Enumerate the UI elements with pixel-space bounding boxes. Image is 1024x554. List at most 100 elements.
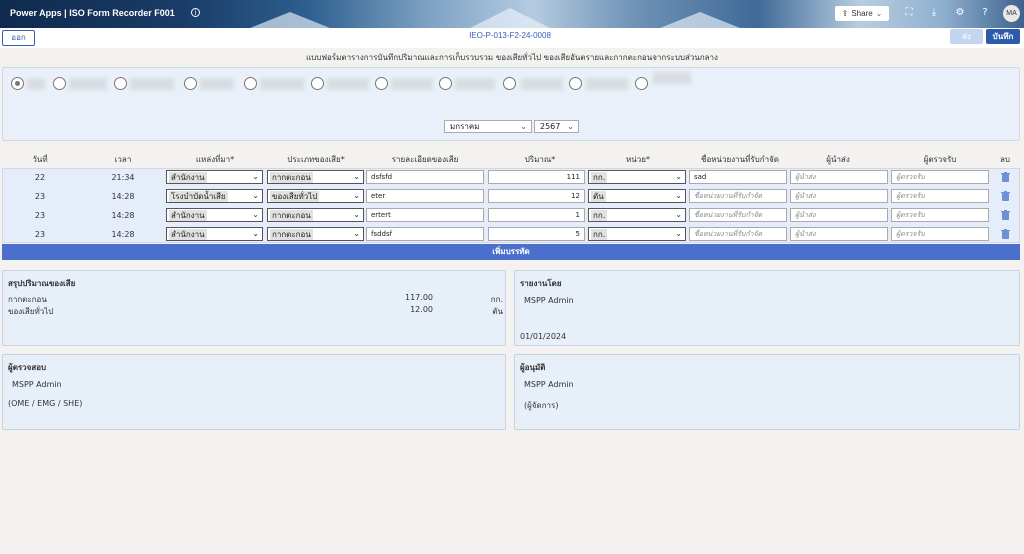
col-header-receiver: ผู้ตรวจรับ	[923, 155, 957, 164]
col-header-detail: รายละเอียดของเสีย	[391, 155, 459, 164]
col-header-unit: หน่วย*	[626, 155, 650, 164]
help-icon[interactable]: ?	[979, 7, 991, 19]
radio-label-redacted	[586, 78, 628, 90]
reporter-name: MSPP Admin	[524, 296, 574, 305]
receiver-input[interactable]: ผู้ตรวจรับ	[891, 227, 989, 241]
trash-icon[interactable]	[1001, 172, 1010, 182]
category-radio[interactable]	[635, 77, 648, 90]
chevron-down-icon: ⌄	[875, 9, 883, 18]
unit-value: กก.	[591, 172, 608, 183]
category-radio[interactable]	[11, 77, 24, 90]
radio-label-redacted	[260, 78, 304, 90]
waste-type-dropdown[interactable]: กากตะกอน ⌄	[267, 227, 364, 241]
share-button[interactable]: ⇪ Share ⌄	[835, 6, 889, 21]
receiver-input[interactable]: ผู้ตรวจรับ	[891, 208, 989, 222]
save-button[interactable]: บันทึก	[986, 29, 1020, 44]
category-radio[interactable]	[53, 77, 66, 90]
year-select-value: 2567	[540, 122, 561, 131]
fit-screen-icon[interactable]: ⛶	[903, 7, 915, 19]
unit-dropdown[interactable]: กก. ⌄	[588, 170, 686, 184]
waste-type-value: กากตะกอน	[270, 172, 313, 183]
category-radio[interactable]	[503, 77, 516, 90]
share-icon: ⇪	[841, 9, 849, 18]
summary-value: 12.00	[410, 305, 433, 314]
reporter-title: รายงานโดย	[520, 279, 562, 288]
detail-input[interactable]: dsfsfd	[366, 170, 484, 184]
col-header-waste-type: ประเภทของเสีย*	[287, 155, 345, 164]
approver-role: (ผู้จัดการ)	[524, 401, 559, 410]
sender-input[interactable]: ผู้นำส่ง	[790, 170, 888, 184]
app-title: Power Apps | ISO Form Recorder F001	[10, 8, 175, 18]
waste-type-value: ของเสียทั่วไป	[270, 191, 320, 202]
row-time: 14:28	[111, 192, 135, 201]
trash-icon[interactable]	[1001, 191, 1010, 201]
category-radio[interactable]	[114, 77, 127, 90]
radio-label-redacted	[391, 78, 433, 90]
agency-input[interactable]: ชื่อหน่วยงานที่รับกำจัด	[689, 208, 787, 222]
waste-type-dropdown[interactable]: ของเสียทั่วไป ⌄	[267, 189, 364, 203]
radio-label-redacted	[455, 78, 495, 90]
source-value: โรงบำบัดน้ำเสีย	[169, 191, 228, 202]
source-value: สำนักงาน	[169, 210, 207, 221]
summary-title: สรุปปริมาณของเสีย	[8, 279, 76, 288]
quantity-input[interactable]: 111	[488, 170, 585, 184]
col-header-source: แหล่งที่มา*	[195, 155, 235, 164]
category-radio[interactable]	[439, 77, 452, 90]
unit-dropdown[interactable]: กก. ⌄	[588, 208, 686, 222]
sender-input[interactable]: ผู้นำส่ง	[790, 227, 888, 241]
unit-dropdown[interactable]: กก. ⌄	[588, 227, 686, 241]
category-radio[interactable]	[311, 77, 324, 90]
radio-label-redacted	[327, 78, 369, 90]
category-radio[interactable]	[375, 77, 388, 90]
trash-icon[interactable]	[1001, 210, 1010, 220]
quantity-input[interactable]: 5	[488, 227, 585, 241]
avatar[interactable]: MA	[1003, 5, 1020, 22]
radio-label-redacted	[27, 78, 45, 90]
waste-type-dropdown[interactable]: กากตะกอน ⌄	[267, 208, 364, 222]
send-button[interactable]: ส่ง	[950, 29, 983, 44]
category-radio[interactable]	[244, 77, 257, 90]
waste-type-dropdown[interactable]: กากตะกอน ⌄	[267, 170, 364, 184]
receiver-input[interactable]: ผู้ตรวจรับ	[891, 189, 989, 203]
summary-value: 117.00	[405, 293, 433, 302]
year-select[interactable]: 2567 ⌄	[534, 120, 579, 133]
info-icon[interactable]: i	[191, 8, 200, 17]
quantity-input[interactable]: 1	[488, 208, 585, 222]
agency-input[interactable]: ชื่อหน่วยงานที่รับกำจัด	[689, 227, 787, 241]
category-radio[interactable]	[184, 77, 197, 90]
sender-input[interactable]: ผู้นำส่ง	[790, 208, 888, 222]
row-time: 14:28	[111, 230, 135, 239]
source-dropdown[interactable]: สำนักงาน ⌄	[166, 170, 263, 184]
source-dropdown[interactable]: สำนักงาน ⌄	[166, 208, 263, 222]
chevron-down-icon: ⌄	[252, 229, 259, 238]
quantity-input[interactable]: 12	[488, 189, 585, 203]
detail-input[interactable]: fsddsf	[366, 227, 484, 241]
row-date: 22	[34, 173, 46, 182]
sender-input[interactable]: ผู้นำส่ง	[790, 189, 888, 203]
add-row-button[interactable]: เพิ่มบรรทัด	[2, 244, 1020, 260]
month-select[interactable]: มกราคม ⌄	[444, 120, 532, 133]
chevron-down-icon: ⌄	[353, 210, 360, 219]
row-time: 21:34	[111, 173, 135, 182]
source-dropdown[interactable]: โรงบำบัดน้ำเสีย ⌄	[166, 189, 263, 203]
trash-icon[interactable]	[1001, 229, 1010, 239]
col-header-quantity: ปริมาณ*	[524, 155, 556, 164]
chevron-down-icon: ⌄	[252, 210, 259, 219]
radio-label-redacted	[69, 78, 107, 90]
detail-input[interactable]: eter	[366, 189, 484, 203]
chevron-down-icon: ⌄	[252, 191, 259, 200]
detail-input[interactable]: ertert	[366, 208, 484, 222]
radio-label-redacted	[653, 72, 691, 84]
reporter-panel: รายงานโดย MSPP Admin 01/01/2024	[514, 270, 1020, 346]
agency-input[interactable]: sad	[689, 170, 787, 184]
chevron-down-icon: ⌄	[252, 172, 259, 181]
category-radio[interactable]	[569, 77, 582, 90]
download-icon[interactable]: ⤓	[928, 7, 940, 19]
receiver-input[interactable]: ผู้ตรวจรับ	[891, 170, 989, 184]
logout-button[interactable]: ออก	[2, 30, 35, 46]
unit-dropdown[interactable]: ตัน ⌄	[588, 189, 686, 203]
source-dropdown[interactable]: สำนักงาน ⌄	[166, 227, 263, 241]
col-header-sender: ผู้นำส่ง	[826, 155, 850, 164]
gear-icon[interactable]: ⚙	[954, 7, 966, 19]
agency-input[interactable]: ชื่อหน่วยงานที่รับกำจัด	[689, 189, 787, 203]
